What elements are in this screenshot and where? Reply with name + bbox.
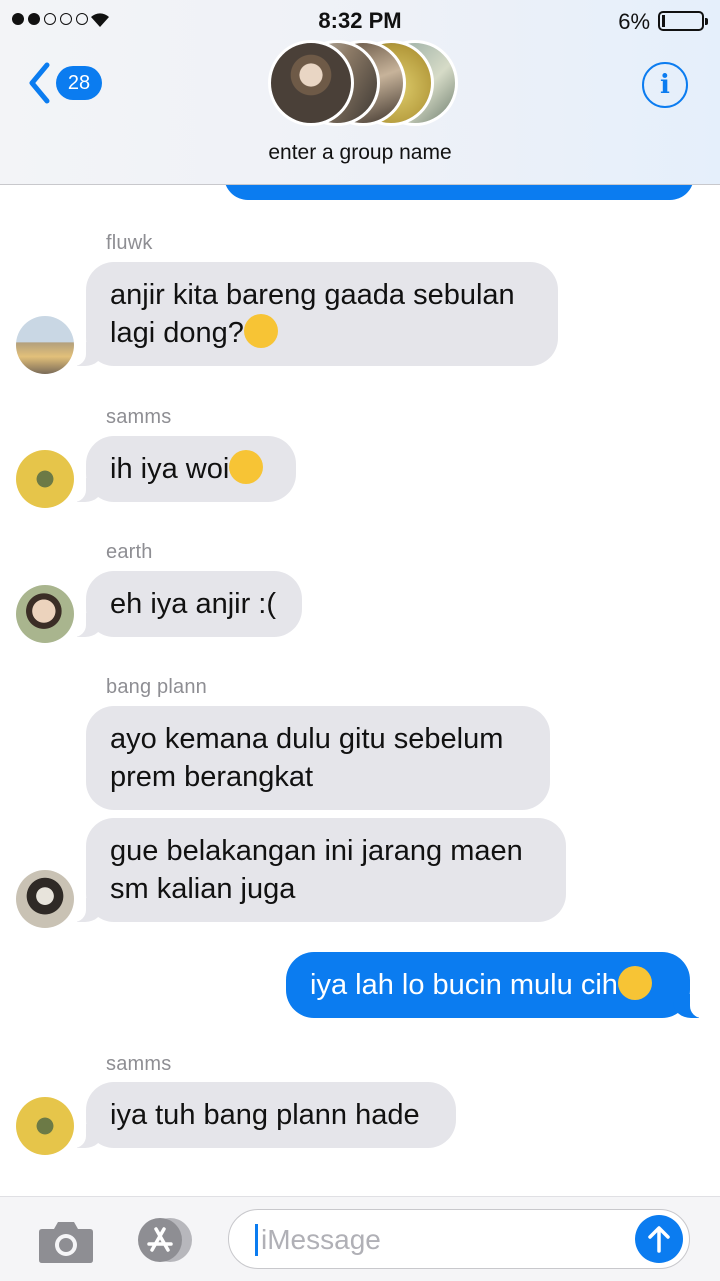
sender-name: earth bbox=[106, 541, 153, 563]
message-list[interactable]: fluwk anjir kita bareng gaada sebulan la… bbox=[0, 184, 720, 1196]
message-bubble[interactable]: ayo kemana dulu gitu sebelum prem berang… bbox=[86, 706, 550, 810]
message-bubble[interactable]: eh iya anjir :( bbox=[64, 571, 302, 637]
message-text-line2: sm kalian juga bbox=[110, 873, 296, 905]
sender-name: samms bbox=[106, 1053, 172, 1075]
message-text: anjir kita bareng gaada sebulan bbox=[110, 279, 515, 311]
sender-name: samms bbox=[106, 406, 172, 428]
status-time: 8:32 PM bbox=[318, 8, 402, 33]
avatar[interactable] bbox=[16, 316, 74, 374]
loudly-crying-face-emoji bbox=[229, 450, 264, 484]
send-button[interactable] bbox=[635, 1215, 683, 1263]
battery-icon bbox=[658, 11, 708, 31]
message-text: eh iya anjir :( bbox=[110, 588, 277, 620]
unread-count-badge: 28 bbox=[56, 66, 102, 100]
compose-bar: iMessage bbox=[0, 1196, 720, 1281]
battery-percent: 6% bbox=[618, 9, 650, 34]
message-input-placeholder: iMessage bbox=[261, 1224, 381, 1255]
avatar[interactable] bbox=[16, 585, 74, 643]
text-caret bbox=[255, 1224, 258, 1256]
sender-name: fluwk bbox=[106, 232, 153, 254]
camera-icon[interactable] bbox=[38, 1219, 94, 1263]
group-avatars[interactable] bbox=[268, 40, 458, 126]
message-text: ih iya woi bbox=[110, 453, 230, 485]
outgoing-message-bubble[interactable]: iya lah lo bucin mulu cih bbox=[286, 952, 712, 1018]
message-bubble[interactable]: ih iya woi bbox=[64, 436, 296, 502]
message-input[interactable]: iMessage bbox=[228, 1209, 690, 1269]
status-bar: 8:32 PM 6% bbox=[0, 0, 720, 40]
back-button[interactable]: 28 bbox=[28, 62, 102, 104]
avatar[interactable] bbox=[16, 1097, 74, 1155]
loudly-crying-face-emoji bbox=[243, 314, 278, 348]
message-text-line2: prem berangkat bbox=[110, 761, 314, 793]
message-text: iya lah lo bucin mulu cih bbox=[310, 969, 618, 1001]
message-bubble[interactable]: iya tuh bang plann hade bbox=[64, 1082, 456, 1148]
group-name-label[interactable]: enter a group name bbox=[0, 141, 720, 165]
message-text: gue belakangan ini jarang maen bbox=[110, 835, 523, 867]
app-store-icon[interactable] bbox=[130, 1217, 194, 1263]
info-button[interactable]: i bbox=[642, 62, 688, 108]
avatar[interactable] bbox=[16, 870, 74, 928]
message-text-line2: lagi dong? bbox=[110, 314, 534, 352]
message-bubble[interactable]: anjir kita bareng gaada sebulan lagi don… bbox=[64, 262, 558, 366]
arrow-up-icon bbox=[648, 1226, 670, 1253]
previous-outgoing-bubble bbox=[224, 184, 694, 200]
sender-name: bang plann bbox=[106, 676, 207, 698]
message-text: ayo kemana dulu gitu sebelum bbox=[110, 723, 504, 755]
message-text: iya tuh bang plann hade bbox=[110, 1099, 420, 1131]
unamused-face-emoji bbox=[617, 966, 652, 1000]
group-avatar-main bbox=[268, 40, 354, 126]
avatar[interactable] bbox=[16, 450, 74, 508]
message-bubble[interactable]: gue belakangan ini jarang maen sm kalian… bbox=[64, 818, 566, 922]
chevron-left-icon bbox=[29, 62, 50, 104]
